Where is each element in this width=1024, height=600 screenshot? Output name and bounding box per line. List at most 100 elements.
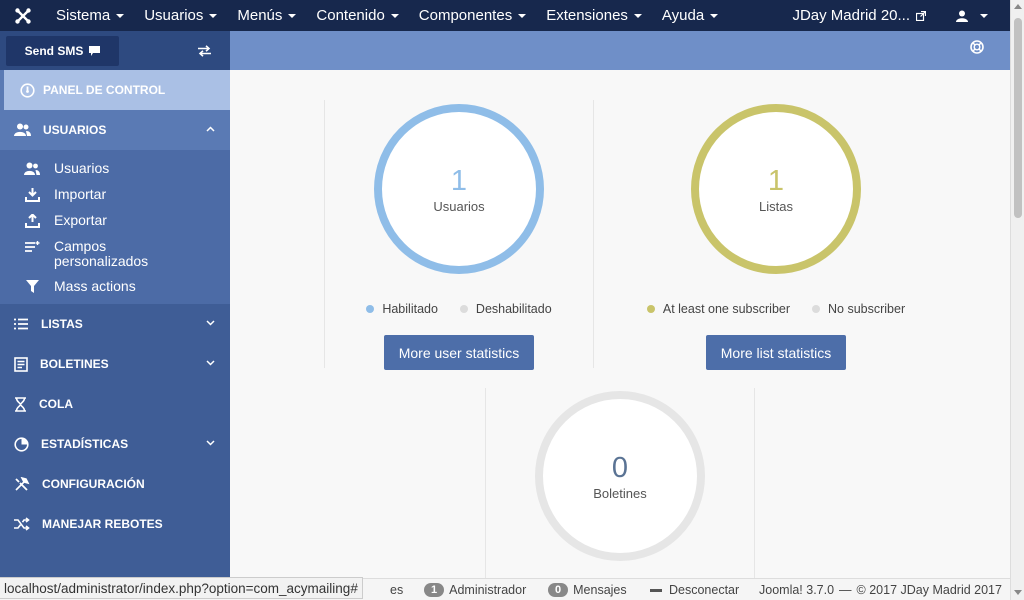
sidebar-item-label: BOLETINES (40, 357, 109, 371)
menu-componentes[interactable]: Componentes (409, 0, 536, 31)
shuffle-icon (14, 517, 30, 531)
legend-dot (459, 305, 468, 313)
logout-label: Desconectar (669, 583, 740, 597)
submenu-label: Exportar (54, 212, 107, 228)
submenu-item-exportar[interactable]: Exportar (0, 208, 230, 234)
lists-caption: Listas (759, 198, 793, 214)
menu-sistema[interactable]: Sistema (46, 0, 134, 31)
lists-count: 1 (767, 164, 785, 197)
users-caption: Usuarios (433, 198, 485, 214)
toggle-sidebar-icon[interactable] (197, 44, 212, 57)
legend-with-subscriber: At least one subscriber (646, 302, 791, 316)
sms-bar: Send SMS (0, 31, 230, 70)
submenu-item-importar[interactable]: Importar (0, 182, 230, 208)
submenu-item-mass-actions[interactable]: Mass actions (0, 274, 230, 300)
footer-version: Joomla! 3.7.0 — © 2017 JDay Madrid 2017 (759, 579, 1002, 600)
messages-label: Mensajes (573, 583, 627, 597)
sidebar-item-boletines[interactable]: BOLETINES (0, 344, 230, 384)
list-icon (14, 318, 28, 330)
sidebar-item-manejar-rebotes[interactable]: MANEJAR REBOTES (0, 504, 230, 544)
page-scrollbar[interactable] (1010, 0, 1024, 600)
lists-donut: 1 Listas (691, 104, 861, 274)
legend-label: At least one subscriber (662, 302, 791, 316)
legend-dot (646, 305, 655, 313)
send-sms-label: Send SMS (24, 43, 84, 58)
admin-count-badge: 1 (424, 583, 445, 597)
newsletter-icon (14, 356, 28, 372)
sidebar-item-label: ESTADÍSTICAS (41, 437, 129, 451)
legend-label: No subscriber (828, 302, 906, 316)
dashboard-icon (20, 82, 35, 98)
custom-fields-icon (24, 241, 39, 252)
menu-label: Extensiones (546, 7, 628, 24)
minus-icon (650, 588, 662, 592)
menu-ayuda[interactable]: Ayuda (652, 0, 728, 31)
users-donut: 1 Usuarios (374, 104, 544, 274)
sidebar-item-panel-de-control[interactable]: PANEL DE CONTROL (0, 70, 230, 110)
menu-label: Menús (237, 7, 283, 24)
send-sms-button[interactable]: Send SMS (6, 35, 119, 66)
user-menu[interactable] (956, 10, 1010, 22)
menu-menus[interactable]: Menús (227, 0, 306, 31)
menu-label: Sistema (56, 7, 111, 24)
sidebar-item-label: PANEL DE CONTROL (43, 83, 166, 97)
footer-messages-link[interactable]: 0 Mensajes (548, 579, 627, 600)
users-count: 1 (450, 164, 468, 197)
scroll-up-arrow-icon[interactable] (1014, 4, 1022, 9)
legend-no-subscriber: No subscriber (812, 302, 905, 316)
submenu-label: Mass actions (54, 278, 136, 294)
legend-enabled: Habilitado (366, 302, 438, 316)
footer-admin-link[interactable]: 1 Administrador (424, 579, 526, 600)
footer-partial-link[interactable]: es (390, 579, 403, 600)
joomla-logo-icon[interactable] (0, 0, 46, 31)
newsletters-donut: 0 Boletines (535, 391, 705, 561)
help-lifebuoy-icon[interactable] (970, 40, 984, 54)
scroll-down-arrow-icon[interactable] (1014, 590, 1022, 595)
pie-chart-icon (14, 436, 29, 452)
copyright-label: © 2017 JDay Madrid 2017 (856, 583, 1002, 597)
menu-usuarios[interactable]: Usuarios (134, 0, 227, 31)
lists-legend: At least one subscriber No subscriber (646, 302, 905, 316)
newsletters-count: 0 (611, 451, 629, 484)
lists-stat-card: 1 Listas At least one subscriber No subs… (642, 104, 910, 370)
submenu-item-campos-personalizados[interactable]: Campos personalizados (0, 234, 230, 274)
legend-label: Habilitado (382, 302, 438, 316)
divider (593, 100, 594, 368)
sidebar-item-estadisticas[interactable]: ESTADÍSTICAS (0, 424, 230, 464)
caret-down-icon (710, 13, 719, 18)
site-link[interactable]: JDay Madrid 20... (792, 7, 956, 24)
caret-down-icon (288, 13, 297, 18)
users-icon (14, 123, 31, 136)
more-list-statistics-button[interactable]: More list statistics (705, 335, 847, 370)
caret-down-icon (518, 13, 527, 18)
caret-down-icon (209, 13, 218, 18)
menu-label: Contenido (316, 7, 385, 24)
sidebar-item-label: CONFIGURACIÓN (42, 477, 145, 491)
user-icon (956, 10, 968, 22)
chevron-up-icon (206, 126, 215, 132)
sidebar-item-configuracion[interactable]: CONFIGURACIÓN (0, 464, 230, 504)
more-user-statistics-button[interactable]: More user statistics (383, 335, 535, 370)
dashboard-main: 1 Usuarios Habilitado Deshabilitado More… (230, 70, 1010, 578)
menu-label: Componentes (418, 7, 513, 24)
scroll-thumb[interactable] (1014, 18, 1022, 218)
menu-contenido[interactable]: Contenido (306, 0, 408, 31)
site-link-label: JDay Madrid 20... (792, 7, 910, 24)
submenu-item-usuarios[interactable]: Usuarios (0, 156, 230, 182)
caret-down-icon (390, 13, 399, 18)
caret-down-icon (116, 13, 125, 18)
sidebar-item-usuarios[interactable]: USUARIOS (0, 110, 230, 150)
newsletters-caption: Boletines (593, 485, 647, 501)
main-menu: Sistema Usuarios Menús Contenido Compone… (46, 0, 728, 31)
logout-link[interactable]: Desconectar (650, 579, 739, 600)
divider (754, 388, 755, 578)
chevron-down-icon (206, 320, 215, 326)
tools-icon (15, 476, 30, 491)
sidebar-item-cola[interactable]: COLA (0, 384, 230, 424)
newsletters-stat-card: 0 Boletines (486, 391, 754, 561)
sidebar-item-listas[interactable]: LISTAS (0, 304, 230, 344)
external-link-icon (916, 10, 926, 21)
menu-extensiones[interactable]: Extensiones (536, 0, 652, 31)
sidebar-item-label: MANEJAR REBOTES (42, 517, 163, 531)
download-icon (24, 188, 40, 202)
